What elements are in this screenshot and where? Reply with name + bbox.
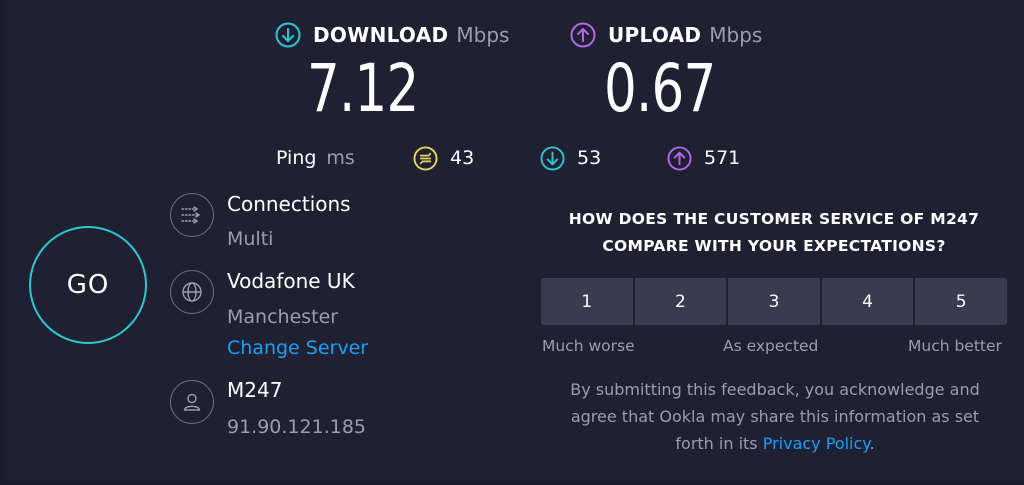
scale-low-label: Much worse bbox=[542, 337, 635, 355]
download-arrow-icon bbox=[275, 22, 301, 48]
server-location: Manchester bbox=[227, 306, 339, 328]
left-frame-edge bbox=[0, 0, 6, 485]
rating-button-1[interactable]: 1 bbox=[541, 278, 635, 325]
ping-label: Ping bbox=[276, 147, 317, 169]
globe-icon bbox=[170, 270, 214, 314]
download-latency-icon bbox=[540, 145, 565, 171]
connections-value: Multi bbox=[227, 228, 274, 250]
rating-bar: 1 2 3 4 5 bbox=[541, 278, 1007, 325]
disclaimer-line-3-prefix: forth in its bbox=[675, 434, 763, 453]
rating-button-4[interactable]: 4 bbox=[821, 278, 916, 325]
ping-idle-value: 43 bbox=[450, 147, 475, 169]
rating-button-3[interactable]: 3 bbox=[728, 278, 822, 325]
upload-unit: Mbps bbox=[709, 23, 763, 47]
upload-speed-value: 0.67 bbox=[604, 50, 716, 127]
ping-upload-value: 571 bbox=[704, 147, 741, 169]
upload-label: UPLOAD bbox=[608, 23, 702, 47]
change-server-link[interactable]: Change Server bbox=[227, 337, 368, 359]
upload-latency-icon bbox=[667, 145, 692, 171]
survey-question: HOW DOES THE CUSTOMER SERVICE OF M247 CO… bbox=[540, 206, 1008, 260]
disclaimer-line-3: forth in its Privacy Policy. bbox=[540, 430, 1010, 457]
rating-button-2[interactable]: 2 bbox=[634, 278, 729, 325]
disclaimer-line-2: agree that Ookla may share this informat… bbox=[570, 407, 980, 426]
isp-name: M247 bbox=[227, 378, 283, 402]
download-unit: Mbps bbox=[456, 23, 510, 47]
connections-title: Connections bbox=[227, 192, 351, 216]
upload-header: UPLOAD Mbps bbox=[570, 22, 762, 48]
ping-unit: ms bbox=[326, 147, 355, 169]
rating-button-5[interactable]: 5 bbox=[915, 278, 1007, 325]
ping-label-group: Ping ms bbox=[276, 145, 355, 171]
go-button[interactable]: GO bbox=[29, 226, 147, 344]
download-speed-value: 7.12 bbox=[307, 50, 419, 127]
disclaimer-line-3-suffix: . bbox=[869, 434, 875, 453]
ip-address: 91.90.121.185 bbox=[227, 416, 367, 438]
server-provider: Vodafone UK bbox=[227, 269, 355, 293]
download-header: DOWNLOAD Mbps bbox=[275, 22, 509, 48]
idle-latency-icon bbox=[413, 145, 438, 171]
privacy-policy-link[interactable]: Privacy Policy bbox=[763, 434, 870, 453]
disclaimer-line-1: By submitting this feedback, you acknowl… bbox=[570, 380, 980, 399]
user-icon bbox=[170, 380, 214, 424]
survey-question-line-1: HOW DOES THE CUSTOMER SERVICE OF M247 bbox=[568, 210, 980, 228]
upload-arrow-icon bbox=[570, 22, 596, 48]
ping-download: 53 bbox=[540, 145, 601, 171]
ping-upload: 571 bbox=[667, 145, 740, 171]
scale-high-label: Much better bbox=[908, 337, 1002, 355]
bottom-frame-edge bbox=[0, 481, 1024, 485]
ping-download-value: 53 bbox=[577, 147, 602, 169]
ping-idle: 43 bbox=[413, 145, 474, 171]
scale-mid-label: As expected bbox=[723, 337, 819, 355]
survey-question-line-2: COMPARE WITH YOUR EXPECTATIONS? bbox=[602, 237, 946, 255]
feedback-disclaimer: By submitting this feedback, you acknowl… bbox=[540, 376, 1010, 457]
download-label: DOWNLOAD bbox=[313, 23, 449, 47]
connections-icon[interactable] bbox=[170, 193, 214, 237]
